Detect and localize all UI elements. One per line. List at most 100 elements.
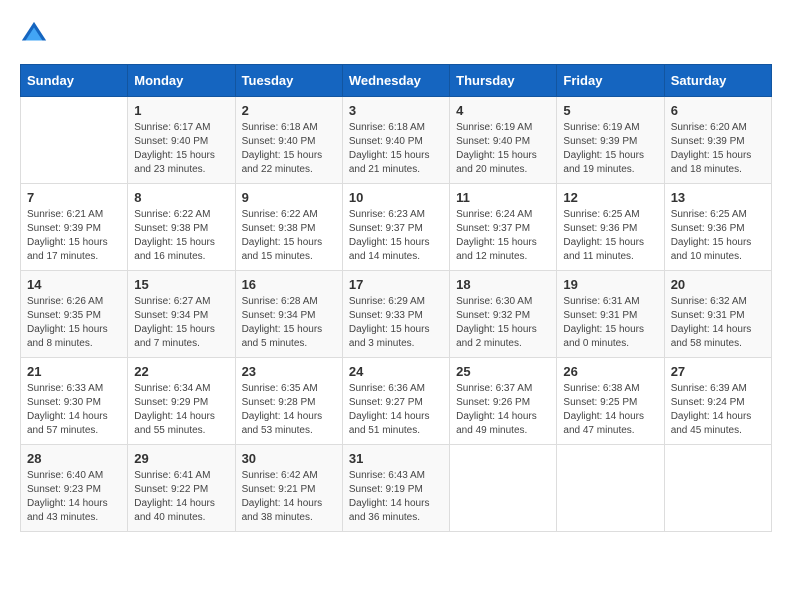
day-info: Sunrise: 6:19 AM Sunset: 9:39 PM Dayligh…	[563, 121, 657, 177]
day-number: 20	[671, 277, 765, 292]
day-info: Sunrise: 6:31 AM Sunset: 9:31 PM Dayligh…	[563, 295, 657, 351]
calendar-cell: 31 Sunrise: 6:43 AM Sunset: 9:19 PM Dayli…	[342, 445, 449, 532]
calendar-cell: 23Sunrise: 6:35 AM Sunset: 9:28 PM Dayli…	[235, 358, 342, 445]
calendar-cell: 10Sunrise: 6:23 AM Sunset: 9:37 PM Dayli…	[342, 184, 449, 271]
calendar-table: SundayMondayTuesdayWednesdayThursdayFrid…	[20, 64, 772, 532]
logo-icon	[20, 20, 48, 48]
header-row: SundayMondayTuesdayWednesdayThursdayFrid…	[21, 65, 772, 97]
calendar-cell: 8 Sunrise: 6:22 AM Sunset: 9:38 PM Daylig…	[128, 184, 235, 271]
day-number: 10	[349, 190, 443, 205]
day-info: Sunrise: 6:18 AM Sunset: 9:40 PM Dayligh…	[349, 121, 443, 177]
day-info: Sunrise: 6:22 AM Sunset: 9:38 PM Dayligh…	[134, 208, 228, 264]
calendar-cell: 25 Sunrise: 6:37 AM Sunset: 9:26 PM Dayli…	[450, 358, 557, 445]
day-number: 12	[563, 190, 657, 205]
day-info: Sunrise: 6:33 AM Sunset: 9:30 PM Dayligh…	[27, 382, 121, 438]
header-day-sunday: Sunday	[21, 65, 128, 97]
calendar-cell: 15 Sunrise: 6:27 AM Sunset: 9:34 PM Dayli…	[128, 271, 235, 358]
day-info: Sunrise: 6:36 AM Sunset: 9:27 PM Dayligh…	[349, 382, 443, 438]
week-row-1: 1 Sunrise: 6:17 AM Sunset: 9:40 PM Daylig…	[21, 97, 772, 184]
calendar-cell: 30 Sunrise: 6:42 AM Sunset: 9:21 PM Dayli…	[235, 445, 342, 532]
day-info: Sunrise: 6:18 AM Sunset: 9:40 PM Dayligh…	[242, 121, 336, 177]
calendar-cell: 3 Sunrise: 6:18 AM Sunset: 9:40 PM Daylig…	[342, 97, 449, 184]
day-number: 31	[349, 451, 443, 466]
header-day-tuesday: Tuesday	[235, 65, 342, 97]
calendar-cell: 16Sunrise: 6:28 AM Sunset: 9:34 PM Dayli…	[235, 271, 342, 358]
day-number: 17	[349, 277, 443, 292]
day-info: Sunrise: 6:38 AM Sunset: 9:25 PM Dayligh…	[563, 382, 657, 438]
day-number: 4	[456, 103, 550, 118]
calendar-cell: 21Sunrise: 6:33 AM Sunset: 9:30 PM Dayli…	[21, 358, 128, 445]
day-info: Sunrise: 6:19 AM Sunset: 9:40 PM Dayligh…	[456, 121, 550, 177]
calendar-cell: 17Sunrise: 6:29 AM Sunset: 9:33 PM Dayli…	[342, 271, 449, 358]
day-number: 30	[242, 451, 336, 466]
day-number: 7	[27, 190, 121, 205]
calendar-body: 1 Sunrise: 6:17 AM Sunset: 9:40 PM Daylig…	[21, 97, 772, 532]
week-row-3: 14Sunrise: 6:26 AM Sunset: 9:35 PM Dayli…	[21, 271, 772, 358]
day-info: Sunrise: 6:26 AM Sunset: 9:35 PM Dayligh…	[27, 295, 121, 351]
day-number: 3	[349, 103, 443, 118]
calendar-cell: 26 Sunrise: 6:38 AM Sunset: 9:25 PM Dayli…	[557, 358, 664, 445]
header-day-friday: Friday	[557, 65, 664, 97]
calendar-cell: 18Sunrise: 6:30 AM Sunset: 9:32 PM Dayli…	[450, 271, 557, 358]
day-info: Sunrise: 6:37 AM Sunset: 9:26 PM Dayligh…	[456, 382, 550, 438]
day-info: Sunrise: 6:43 AM Sunset: 9:19 PM Dayligh…	[349, 469, 443, 525]
calendar-cell: 24Sunrise: 6:36 AM Sunset: 9:27 PM Dayli…	[342, 358, 449, 445]
day-number: 2	[242, 103, 336, 118]
calendar-cell: 1 Sunrise: 6:17 AM Sunset: 9:40 PM Daylig…	[128, 97, 235, 184]
calendar-cell	[450, 445, 557, 532]
header-day-thursday: Thursday	[450, 65, 557, 97]
day-number: 6	[671, 103, 765, 118]
calendar-cell: 27 Sunrise: 6:39 AM Sunset: 9:24 PM Dayli…	[664, 358, 771, 445]
calendar-cell: 19 Sunrise: 6:31 AM Sunset: 9:31 PM Dayli…	[557, 271, 664, 358]
day-number: 22	[134, 364, 228, 379]
day-info: Sunrise: 6:20 AM Sunset: 9:39 PM Dayligh…	[671, 121, 765, 177]
calendar-cell: 22 Sunrise: 6:34 AM Sunset: 9:29 PM Dayli…	[128, 358, 235, 445]
calendar-cell: 20 Sunrise: 6:32 AM Sunset: 9:31 PM Dayli…	[664, 271, 771, 358]
calendar-header: SundayMondayTuesdayWednesdayThursdayFrid…	[21, 65, 772, 97]
day-info: Sunrise: 6:41 AM Sunset: 9:22 PM Dayligh…	[134, 469, 228, 525]
day-number: 11	[456, 190, 550, 205]
day-number: 27	[671, 364, 765, 379]
day-number: 23	[242, 364, 336, 379]
calendar-cell	[21, 97, 128, 184]
day-number: 13	[671, 190, 765, 205]
day-info: Sunrise: 6:40 AM Sunset: 9:23 PM Dayligh…	[27, 469, 121, 525]
calendar-cell: 9Sunrise: 6:22 AM Sunset: 9:38 PM Daylig…	[235, 184, 342, 271]
day-info: Sunrise: 6:28 AM Sunset: 9:34 PM Dayligh…	[242, 295, 336, 351]
calendar-cell	[557, 445, 664, 532]
calendar-cell	[664, 445, 771, 532]
day-number: 26	[563, 364, 657, 379]
calendar-cell: 11 Sunrise: 6:24 AM Sunset: 9:37 PM Dayli…	[450, 184, 557, 271]
day-number: 29	[134, 451, 228, 466]
header-day-wednesday: Wednesday	[342, 65, 449, 97]
header-day-monday: Monday	[128, 65, 235, 97]
day-number: 8	[134, 190, 228, 205]
day-info: Sunrise: 6:21 AM Sunset: 9:39 PM Dayligh…	[27, 208, 121, 264]
week-row-2: 7 Sunrise: 6:21 AM Sunset: 9:39 PM Daylig…	[21, 184, 772, 271]
day-number: 19	[563, 277, 657, 292]
logo	[20, 20, 52, 48]
day-info: Sunrise: 6:25 AM Sunset: 9:36 PM Dayligh…	[671, 208, 765, 264]
calendar-cell: 29 Sunrise: 6:41 AM Sunset: 9:22 PM Dayli…	[128, 445, 235, 532]
day-number: 15	[134, 277, 228, 292]
day-info: Sunrise: 6:39 AM Sunset: 9:24 PM Dayligh…	[671, 382, 765, 438]
page-header	[20, 20, 772, 48]
day-info: Sunrise: 6:27 AM Sunset: 9:34 PM Dayligh…	[134, 295, 228, 351]
day-number: 25	[456, 364, 550, 379]
day-info: Sunrise: 6:17 AM Sunset: 9:40 PM Dayligh…	[134, 121, 228, 177]
day-info: Sunrise: 6:34 AM Sunset: 9:29 PM Dayligh…	[134, 382, 228, 438]
header-day-saturday: Saturday	[664, 65, 771, 97]
day-info: Sunrise: 6:24 AM Sunset: 9:37 PM Dayligh…	[456, 208, 550, 264]
day-info: Sunrise: 6:32 AM Sunset: 9:31 PM Dayligh…	[671, 295, 765, 351]
day-info: Sunrise: 6:30 AM Sunset: 9:32 PM Dayligh…	[456, 295, 550, 351]
calendar-cell: 2 Sunrise: 6:18 AM Sunset: 9:40 PM Daylig…	[235, 97, 342, 184]
day-number: 1	[134, 103, 228, 118]
calendar-cell: 14Sunrise: 6:26 AM Sunset: 9:35 PM Dayli…	[21, 271, 128, 358]
calendar-cell: 6 Sunrise: 6:20 AM Sunset: 9:39 PM Daylig…	[664, 97, 771, 184]
calendar-cell: 28Sunrise: 6:40 AM Sunset: 9:23 PM Dayli…	[21, 445, 128, 532]
calendar-cell: 5Sunrise: 6:19 AM Sunset: 9:39 PM Daylig…	[557, 97, 664, 184]
calendar-cell: 12Sunrise: 6:25 AM Sunset: 9:36 PM Dayli…	[557, 184, 664, 271]
day-info: Sunrise: 6:42 AM Sunset: 9:21 PM Dayligh…	[242, 469, 336, 525]
week-row-4: 21Sunrise: 6:33 AM Sunset: 9:30 PM Dayli…	[21, 358, 772, 445]
calendar-cell: 13 Sunrise: 6:25 AM Sunset: 9:36 PM Dayli…	[664, 184, 771, 271]
